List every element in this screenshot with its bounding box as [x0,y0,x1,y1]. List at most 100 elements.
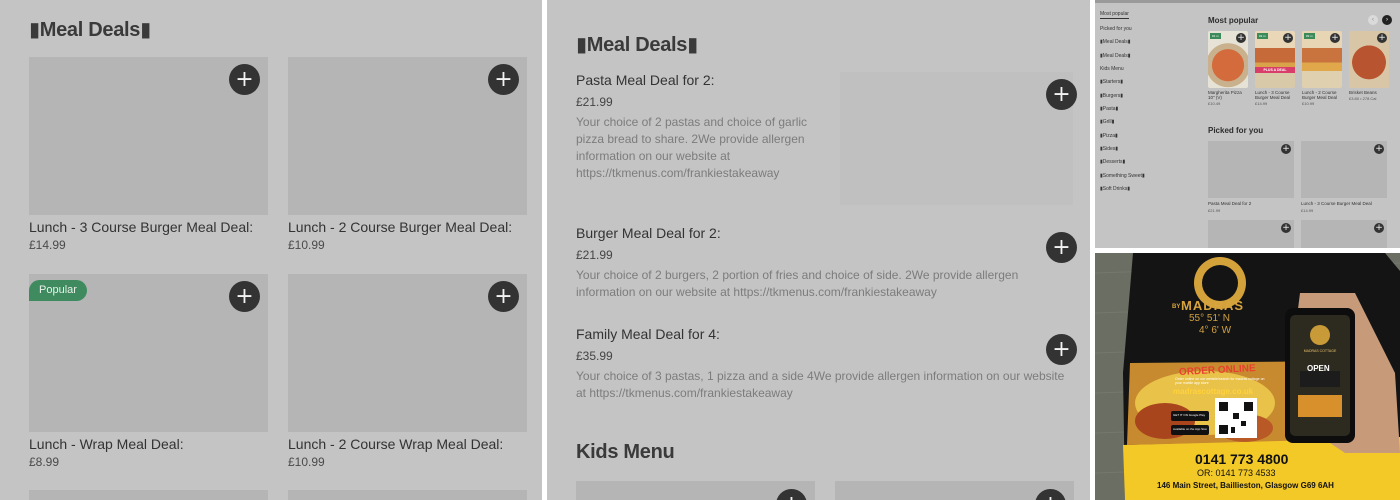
add-item-button[interactable]: + [1281,144,1291,154]
add-item-button[interactable]: + [1283,33,1293,43]
item-image: #1 m + [1208,31,1248,88]
item-name: Margherita Pizza 10" (V) [1208,90,1242,100]
add-item-button[interactable]: + [229,281,260,312]
website-text: madrascottage.co.uk [1173,387,1254,396]
carousel-next-button[interactable]: › [1382,15,1392,25]
order-online-text: Order online on our website/search for m… [1175,377,1265,385]
add-item-button[interactable]: + [1377,33,1387,43]
item-image: #3 m + [1302,31,1342,88]
picked-item-card[interactable]: + Lunch - 3 Course Burger Meal Deal £14.… [1301,141,1387,213]
coords-lon: 4° 6' W [1199,325,1232,336]
add-item-button[interactable]: + [1046,79,1077,110]
app-store-badge: Available on the App Store [1173,427,1207,431]
add-item-button[interactable]: + [488,64,519,95]
deal-name: Burger Meal Deal for 2: [576,225,721,241]
most-popular-title: Most popular [1208,16,1259,25]
sidebar-item-grill[interactable]: ▮Grill▮ [1100,119,1114,125]
sidebar-item-kids[interactable]: Kids Menu [1100,66,1124,72]
deal-image [840,72,1073,205]
address-text: 146 Main Street, Baillieston, Glasgow G6… [1157,481,1334,490]
add-item-button[interactable]: + [1330,33,1340,43]
sidebar-item-pasta[interactable]: ▮Pasta▮ [1100,106,1118,112]
picked-for-you-title: Picked for you [1208,126,1264,135]
menu-item-card-partial[interactable] [288,490,527,500]
sidebar-item-something-sweet[interactable]: ▮Something Sweet▮ [1100,173,1145,179]
sidebar-item-meal-deals[interactable]: ▮Meal Deals▮ [1100,39,1131,45]
picked-item-card-partial[interactable]: + [1208,220,1294,248]
add-item-button[interactable]: + [488,281,519,312]
item-image: + [1301,141,1387,198]
item-name: Brisket Beans [1349,90,1377,95]
section-title: ▮Meal Deals▮ [29,19,151,41]
sidebar-item-starters[interactable]: ▮Starters▮ [1100,79,1123,85]
menu-item-card-partial[interactable] [29,490,268,500]
deal-price: £21.99 [576,248,613,262]
item-price: £14.99 [1301,208,1314,213]
sidebar-item-most-popular[interactable]: Most popular [1100,11,1129,19]
item-name: Lunch - 3 Course Burger Meal Deal [1255,90,1291,100]
deal-item[interactable]: Family Meal Deal for 4: £35.99 Your choi… [576,326,1071,402]
deal-name: Family Meal Deal for 4: [576,326,720,342]
item-name: Lunch - 3 Course Burger Meal Deal: [29,219,254,235]
deal-item[interactable]: Burger Meal Deal for 2: £21.99 Your choi… [576,225,1026,301]
item-price: £10.99 [288,238,325,252]
item-price: £3.80 • 278 Cal [1349,96,1377,101]
phone-number: 0141 773 4800 [1195,451,1289,467]
rank-tag: #1 m [1210,33,1221,39]
header-strip [1095,0,1400,3]
item-name: Lunch - 3 Course Burger Meal Deal [1301,201,1372,206]
popular-item-card[interactable]: #3 m + Lunch - 2 Course Burger Meal Deal… [1302,31,1342,106]
add-item-button[interactable]: + [1236,33,1246,43]
picked-item-card[interactable]: + Pasta Meal Deal for 2 £21.99 [1208,141,1294,213]
picked-item-card-partial[interactable]: + [1301,220,1387,248]
brand-by: BY [1172,304,1181,310]
item-name: Lunch - Wrap Meal Deal: [29,436,184,452]
sidebar-item-sides[interactable]: ▮Sides▮ [1100,146,1118,152]
popular-item-card[interactable]: #2 m + PLUS A DEAL Lunch - 3 Course Burg… [1255,31,1295,106]
brand-name: MADRAS [1181,298,1245,313]
item-name: Pasta Meal Deal for 2 [1208,201,1252,206]
popular-badge: Popular [29,280,87,301]
rank-tag: #2 m [1257,33,1268,39]
item-price: £14.99 [29,238,66,252]
google-play-badge: GET IT ON Google Play [1173,413,1206,417]
coords-lat: 55° 51' N [1189,313,1230,324]
add-item-button[interactable]: + [1035,489,1066,500]
popular-item-card[interactable]: + Brisket Beans £3.80 • 278 Cal [1349,31,1389,101]
item-name: Lunch - 2 Course Wrap Meal Deal: [288,436,504,452]
item-name: Lunch - 2 Course Burger Meal Deal: [288,219,513,235]
sidebar-item-desserts[interactable]: ▮Desserts▮ [1100,159,1125,165]
add-item-button[interactable]: + [1046,232,1077,263]
item-image: + [1349,31,1389,88]
promo-banner: PLUS A DEAL [1255,67,1295,73]
item-price: £10.99 [288,455,325,469]
meal-deals-list-panel: ▮Meal Deals▮ + Pasta Meal Deal for 2: £2… [547,0,1090,500]
deal-name: Pasta Meal Deal for 2: [576,72,715,88]
menu-item-card-partial[interactable]: + [576,481,815,500]
phone-app-header: MADRAS COTTAGE [1303,349,1337,353]
item-price: £8.99 [29,455,60,469]
item-image: + [1208,141,1294,198]
phone-number-alt: OR: 0141 773 4533 [1197,468,1276,478]
item-name: Lunch - 2 Course Burger Meal Deal [1302,90,1338,100]
popular-item-card[interactable]: #1 m + Margherita Pizza 10" (V) £10.49 [1208,31,1248,106]
sidebar-item-meal-deals-2[interactable]: ▮Meal Deals▮ [1100,53,1131,59]
carousel-prev-button[interactable]: ‹ [1368,15,1378,25]
add-item-button[interactable]: + [1374,223,1384,233]
add-item-button[interactable]: + [1281,223,1291,233]
add-item-button[interactable]: + [776,489,807,500]
add-item-button[interactable]: + [229,64,260,95]
deal-description: Your choice of 2 pastas and choice of ga… [576,115,808,180]
sidebar-item-burgers[interactable]: ▮Burgers▮ [1100,93,1123,99]
deal-item[interactable]: Pasta Meal Deal for 2: £21.99 Your choic… [576,72,816,182]
sidebar-item-pizza[interactable]: ▮Pizza▮ [1100,133,1118,139]
deal-description: Your choice of 2 burgers, 2 portion of f… [576,268,1019,299]
menu-item-card-partial[interactable]: + [835,481,1074,500]
phone-open-label: OPEN [1307,364,1330,373]
item-price: £10.49 [1208,101,1221,106]
sidebar-item-picked[interactable]: Picked for you [1100,26,1132,32]
store-overview-panel: Most popular Picked for you ▮Meal Deals▮… [1095,0,1400,248]
add-item-button[interactable]: + [1374,144,1384,154]
sidebar-item-soft-drinks[interactable]: ▮Soft Drinks▮ [1100,186,1130,192]
deal-price: £35.99 [576,349,613,363]
